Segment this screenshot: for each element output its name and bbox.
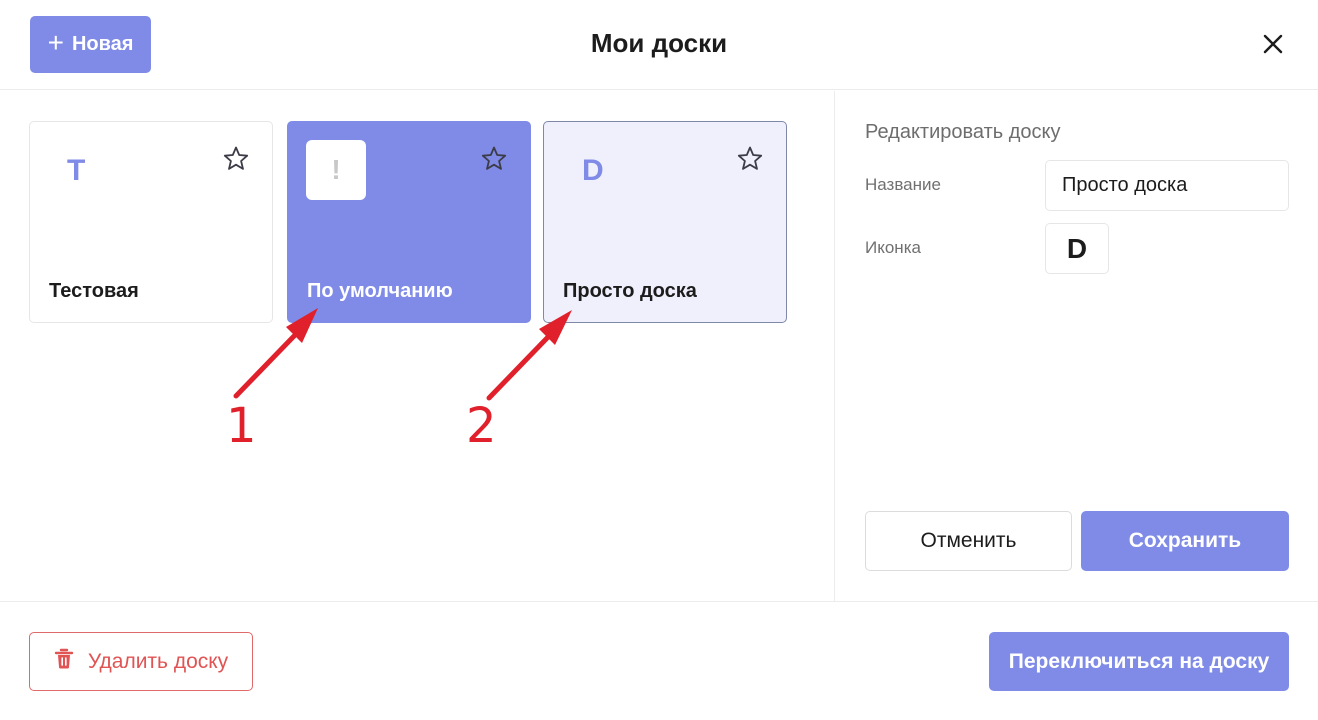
board-letter-icon: T xyxy=(67,154,86,187)
board-name: Тестовая xyxy=(49,280,139,302)
board-letter-icon: ! xyxy=(306,140,366,200)
board-card-default[interactable]: ! По умолчанию xyxy=(287,121,531,323)
board-name-field[interactable] xyxy=(1045,160,1289,211)
board-name: Просто доска xyxy=(563,280,697,302)
icon-label: Иконка xyxy=(865,238,921,257)
board-name: По умолчанию xyxy=(307,280,453,302)
star-icon[interactable] xyxy=(222,145,250,173)
switch-board-button[interactable]: Переключиться на доску xyxy=(989,632,1289,691)
close-icon[interactable] xyxy=(1258,29,1288,59)
delete-board-label: Удалить доску xyxy=(87,649,229,673)
annotation-arrows xyxy=(233,308,572,401)
modal-header: + Новая Мои доски xyxy=(0,0,1318,90)
save-button[interactable]: Сохранить xyxy=(1081,511,1289,571)
cancel-button[interactable]: Отменить xyxy=(865,511,1072,571)
annotation-label-2: 2 xyxy=(466,398,497,454)
board-card-prosto[interactable]: D Просто доска xyxy=(543,121,787,323)
edit-panel-title: Редактировать доску xyxy=(865,121,1061,143)
footer-divider xyxy=(0,601,1318,602)
annotation-label-1: 1 xyxy=(226,398,257,454)
name-label: Название xyxy=(865,175,941,194)
trash-icon xyxy=(54,648,74,676)
star-icon[interactable] xyxy=(480,145,508,173)
board-letter-icon: D xyxy=(582,154,604,187)
delete-board-button[interactable]: Удалить доску xyxy=(29,632,253,691)
boards-modal: + Новая Мои доски T Тестовая ! По умолча… xyxy=(0,0,1318,720)
icon-picker[interactable]: D xyxy=(1045,223,1109,274)
board-card-testovaya[interactable]: T Тестовая xyxy=(29,121,273,323)
panel-divider xyxy=(834,91,835,601)
modal-title: Мои доски xyxy=(590,28,728,58)
star-icon[interactable] xyxy=(736,145,764,173)
